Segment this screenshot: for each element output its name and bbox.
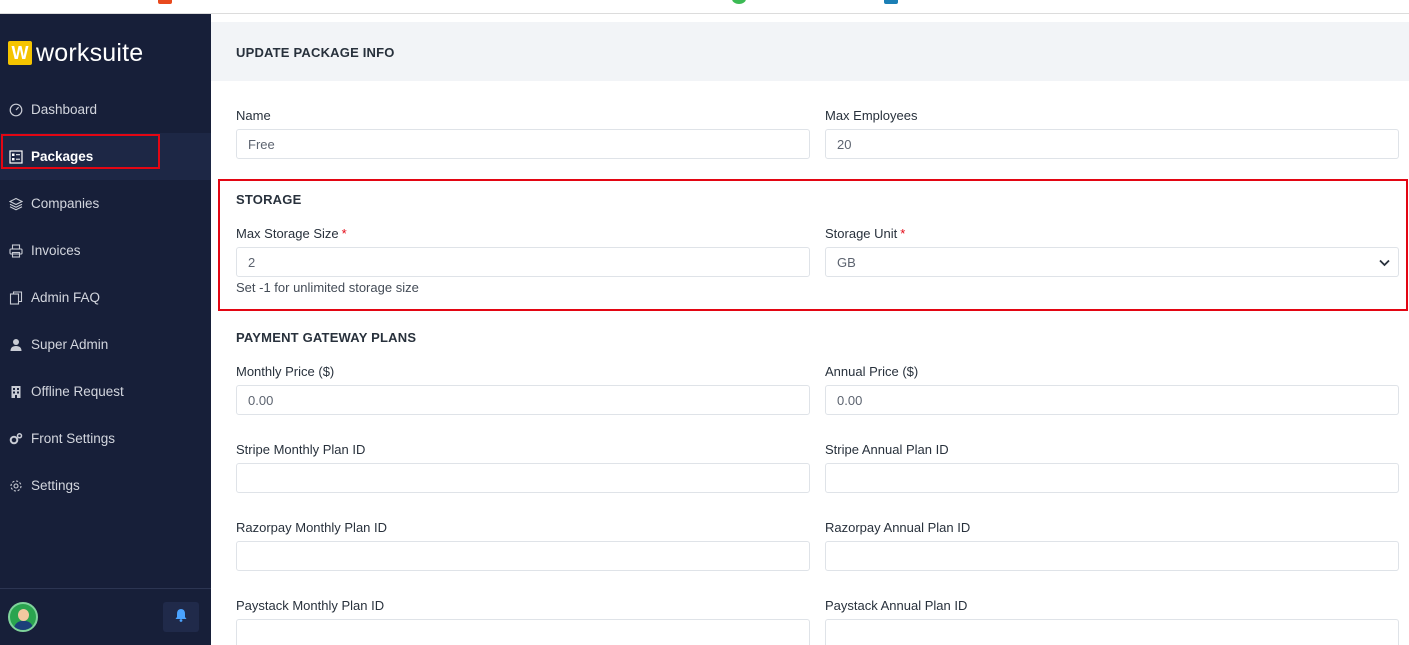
dashboard-gauge-icon [9, 103, 23, 117]
paystack-annual-label: Paystack Annual Plan ID [825, 598, 968, 613]
sidebar-item-admin-faq[interactable]: Admin FAQ [0, 274, 211, 321]
sidebar-item-offline-request[interactable]: Offline Request [0, 368, 211, 415]
brand-name: worksuite [36, 38, 144, 67]
layers-icon [9, 197, 23, 211]
cogs-icon [9, 432, 23, 446]
brand-logo[interactable]: W worksuite [8, 38, 144, 67]
storage-section-title: STORAGE [236, 192, 302, 207]
name-input[interactable]: Free [236, 129, 810, 159]
bookmark-favicon[interactable] [158, 0, 172, 4]
storage-unit-label: Storage Unit * [825, 226, 905, 241]
monthly-price-label: Monthly Price ($) [236, 364, 335, 379]
required-marker: * [900, 226, 906, 241]
max-employees-label: Max Employees [825, 108, 918, 123]
stripe-monthly-label: Stripe Monthly Plan ID [236, 442, 366, 457]
avatar-face [18, 609, 29, 621]
annual-price-label: Annual Price ($) [825, 364, 919, 379]
main-content: UPDATE PACKAGE INFO Name Free Max Employ… [211, 14, 1409, 645]
user-icon [9, 338, 23, 352]
sidebar-item-label: Front Settings [31, 431, 116, 446]
razorpay-annual-label: Razorpay Annual Plan ID [825, 520, 971, 535]
sidebar-item-label: Admin FAQ [31, 290, 101, 305]
brand-mark: W [8, 41, 32, 65]
razorpay-monthly-label: Razorpay Monthly Plan ID [236, 520, 388, 535]
stripe-annual-input[interactable] [825, 463, 1399, 493]
sidebar-item-label: Packages [31, 149, 94, 164]
chevron-down-icon [1379, 255, 1390, 270]
annual-price-value: 0.00 [837, 392, 863, 408]
razorpay-monthly-input[interactable] [236, 541, 810, 571]
storage-unit-label-text: Storage Unit [825, 226, 898, 241]
sidebar-item-label: Invoices [31, 243, 81, 258]
annual-price-input[interactable]: 0.00 [825, 385, 1399, 415]
name-value: Free [248, 136, 275, 152]
max-storage-size-label: Max Storage Size * [236, 226, 347, 241]
building-icon [9, 385, 23, 399]
sidebar-item-label: Offline Request [31, 384, 124, 399]
sidebar-item-packages[interactable]: Packages [0, 133, 211, 180]
packages-grid-icon [9, 149, 23, 164]
bookmark-favicon[interactable] [884, 0, 898, 4]
sidebar-item-dashboard[interactable]: Dashboard [0, 86, 211, 133]
sidebar-item-super-admin[interactable]: Super Admin [0, 321, 211, 368]
bell-icon [175, 608, 187, 627]
required-marker: * [341, 226, 347, 241]
stripe-annual-label: Stripe Annual Plan ID [825, 442, 949, 457]
sidebar-item-label: Companies [31, 196, 100, 211]
max-storage-size-label-text: Max Storage Size [236, 226, 339, 241]
sidebar-item-companies[interactable]: Companies [0, 180, 211, 227]
stripe-monthly-input[interactable] [236, 463, 810, 493]
max-storage-size-input[interactable]: 2 [236, 247, 810, 277]
gear-icon [9, 479, 23, 493]
avatar-body [14, 621, 33, 630]
sidebar-item-invoices[interactable]: Invoices [0, 227, 211, 274]
bookmark-favicon[interactable] [732, 0, 746, 4]
monthly-price-value: 0.00 [248, 392, 274, 408]
sidebar-menu: Dashboard Packages Companies Invoices Ad… [0, 86, 211, 509]
sidebar-item-label: Super Admin [31, 337, 109, 352]
sidebar-item-front-settings[interactable]: Front Settings [0, 415, 211, 462]
sidebar-item-label: Dashboard [31, 102, 98, 117]
max-storage-size-value: 2 [248, 254, 256, 270]
user-avatar[interactable] [8, 602, 38, 632]
payment-section-title: PAYMENT GATEWAY PLANS [236, 330, 417, 345]
bookmark-bar [0, 0, 1409, 14]
storage-unit-value: GB [837, 254, 856, 270]
notifications-button[interactable] [163, 602, 199, 632]
monthly-price-input[interactable]: 0.00 [236, 385, 810, 415]
max-employees-value: 20 [837, 136, 852, 152]
storage-help-text: Set -1 for unlimited storage size [236, 280, 419, 295]
sidebar: W worksuite Dashboard Packages Companies [0, 14, 211, 645]
paystack-annual-input[interactable] [825, 619, 1399, 645]
sidebar-item-label: Settings [31, 478, 80, 493]
printer-icon [9, 243, 23, 258]
sidebar-item-settings[interactable]: Settings [0, 462, 211, 509]
page-title: UPDATE PACKAGE INFO [236, 45, 395, 60]
storage-unit-select[interactable]: GB [825, 247, 1399, 277]
sidebar-footer [0, 588, 211, 645]
documents-icon [9, 290, 23, 305]
razorpay-annual-input[interactable] [825, 541, 1399, 571]
paystack-monthly-label: Paystack Monthly Plan ID [236, 598, 385, 613]
max-employees-input[interactable]: 20 [825, 129, 1399, 159]
name-label: Name [236, 108, 271, 123]
paystack-monthly-input[interactable] [236, 619, 810, 645]
